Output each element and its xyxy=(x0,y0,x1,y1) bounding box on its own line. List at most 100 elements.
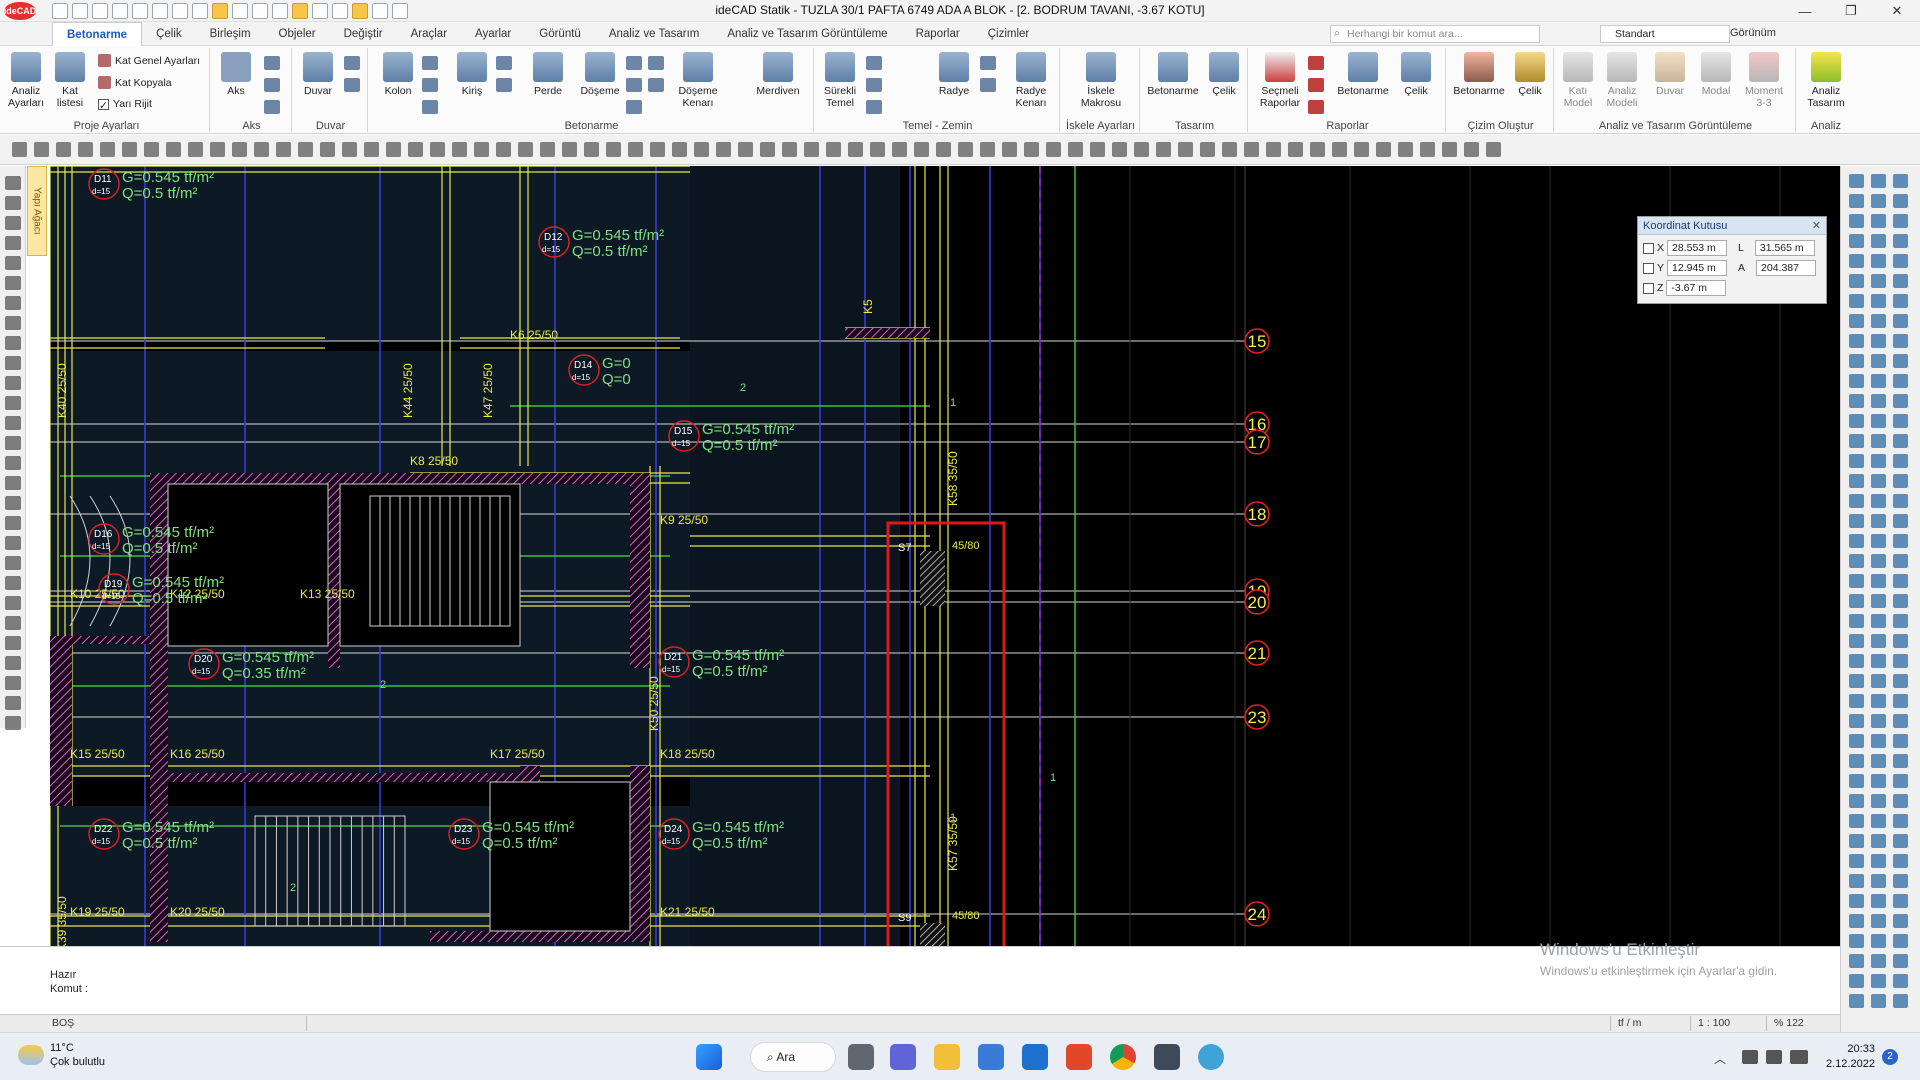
drawing-tool-icon[interactable] xyxy=(1420,142,1435,157)
right-tool-icon[interactable] xyxy=(1893,814,1908,828)
right-tool-icon[interactable] xyxy=(1871,554,1886,568)
drawing-tool-icon[interactable] xyxy=(342,142,357,157)
drawing-tool-icon[interactable] xyxy=(540,142,555,157)
right-tool-icon[interactable] xyxy=(1893,614,1908,628)
right-tool-icon[interactable] xyxy=(1849,994,1864,1008)
right-tool-icon[interactable] xyxy=(1871,214,1886,228)
drawing-tool-icon[interactable] xyxy=(936,142,951,157)
right-tool-icon[interactable] xyxy=(1849,514,1864,528)
right-tool-icon[interactable] xyxy=(1871,414,1886,428)
snap-icon[interactable] xyxy=(252,2,268,19)
drawing-tool-icon[interactable] xyxy=(914,142,929,157)
right-tool-icon[interactable] xyxy=(1871,814,1886,828)
tab-analiz-tasarim-goruntuleme[interactable]: Analiz ve Tasarım Görüntüleme xyxy=(713,22,901,46)
drawing-tool-icon[interactable] xyxy=(958,142,973,157)
z-lock-checkbox[interactable] xyxy=(1643,282,1654,294)
right-tool-icon[interactable] xyxy=(1871,954,1886,968)
drawing-tool-icon[interactable] xyxy=(804,142,819,157)
left-tool-icon[interactable] xyxy=(5,476,21,490)
right-tool-icon[interactable] xyxy=(1871,434,1886,448)
slab-tool-4-icon[interactable] xyxy=(648,56,664,70)
right-tool-icon[interactable] xyxy=(1849,714,1864,728)
drawing-tool-icon[interactable] xyxy=(78,142,93,157)
right-tool-icon[interactable] xyxy=(1893,454,1908,468)
y-value-field[interactable]: 12.945 m xyxy=(1667,260,1728,276)
cad-drawing[interactable]: K6 25/50K8 25/50K9 25/50K10 25/50 K12 25/… xyxy=(50,166,1840,946)
drawing-tool-icon[interactable] xyxy=(782,142,797,157)
mirror-icon[interactable] xyxy=(332,2,348,19)
radye-kenari-button[interactable]: Radye Kenarı xyxy=(1006,52,1056,109)
wifi-icon[interactable] xyxy=(1742,1050,1758,1064)
drawing-tool-icon[interactable] xyxy=(298,142,313,157)
right-tool-icon[interactable] xyxy=(1893,354,1908,368)
left-tool-icon[interactable] xyxy=(5,716,21,730)
right-tool-icon[interactable] xyxy=(1849,734,1864,748)
drawing-tool-icon[interactable] xyxy=(870,142,885,157)
cizim-betonarme-button[interactable]: Betonarme xyxy=(1450,52,1508,97)
iskele-makrosu-button[interactable]: İskele Makrosu xyxy=(1078,52,1124,109)
drawing-canvas[interactable]: K6 25/50 K8 25/50 K9 25/50 K10 25/50 K12 25/… xyxy=(50,166,1840,946)
right-tool-icon[interactable] xyxy=(1849,654,1864,668)
chrome-icon[interactable] xyxy=(1110,1044,1136,1070)
status-unit[interactable]: tf / m xyxy=(1618,1017,1641,1029)
tab-birlesim[interactable]: Birleşim xyxy=(196,22,265,46)
home-icon[interactable] xyxy=(52,2,68,19)
drawing-tool-icon[interactable] xyxy=(452,142,467,157)
left-tool-icon[interactable] xyxy=(5,216,21,230)
drawing-tool-icon[interactable] xyxy=(1266,142,1281,157)
kat-listesi-button[interactable]: Kat listesi xyxy=(50,52,90,109)
wall-opening-icon[interactable] xyxy=(344,78,360,92)
left-tool-icon[interactable] xyxy=(5,436,21,450)
tab-raporlar[interactable]: Raporlar xyxy=(902,22,974,46)
right-tool-icon[interactable] xyxy=(1893,854,1908,868)
left-tool-icon[interactable] xyxy=(5,376,21,390)
drawing-tool-icon[interactable] xyxy=(606,142,621,157)
right-tool-icon[interactable] xyxy=(1893,434,1908,448)
tasarim-celik-button[interactable]: Çelik xyxy=(1204,52,1244,97)
right-tool-icon[interactable] xyxy=(1893,654,1908,668)
left-tool-icon[interactable] xyxy=(5,396,21,410)
right-tool-icon[interactable] xyxy=(1849,934,1864,948)
column-tool-1-icon[interactable] xyxy=(422,56,438,70)
left-tool-icon[interactable] xyxy=(5,676,21,690)
drawing-tool-icon[interactable] xyxy=(1354,142,1369,157)
drawing-tool-icon[interactable] xyxy=(1002,142,1017,157)
right-tool-icon[interactable] xyxy=(1893,254,1908,268)
right-tool-icon[interactable] xyxy=(1871,874,1886,888)
column-tool-3-icon[interactable] xyxy=(422,100,438,114)
drawing-tool-icon[interactable] xyxy=(1178,142,1193,157)
drawing-tool-icon[interactable] xyxy=(1376,142,1391,157)
a-value-field[interactable]: 204.387 xyxy=(1756,260,1817,276)
report-tool-2-icon[interactable] xyxy=(1308,78,1324,92)
track-icon[interactable] xyxy=(312,2,328,19)
left-tool-icon[interactable] xyxy=(5,636,21,650)
left-tool-icon[interactable] xyxy=(5,576,21,590)
x-lock-checkbox[interactable] xyxy=(1643,242,1654,254)
kat-genel-ayarlari-button[interactable]: Kat Genel Ayarları xyxy=(98,54,200,67)
drawing-tool-icon[interactable] xyxy=(364,142,379,157)
left-tool-icon[interactable] xyxy=(5,316,21,330)
right-tool-icon[interactable] xyxy=(1871,274,1886,288)
right-tool-icon[interactable] xyxy=(1871,754,1886,768)
right-tool-icon[interactable] xyxy=(1871,174,1886,188)
right-tool-icon[interactable] xyxy=(1849,314,1864,328)
right-tool-icon[interactable] xyxy=(1893,374,1908,388)
right-tool-icon[interactable] xyxy=(1871,834,1886,848)
tab-degistir[interactable]: Değiştir xyxy=(330,22,397,46)
axis-rotate-icon[interactable] xyxy=(264,78,280,92)
drawing-tool-icon[interactable] xyxy=(210,142,225,157)
right-tool-icon[interactable] xyxy=(1893,574,1908,588)
drawing-tool-icon[interactable] xyxy=(892,142,907,157)
surekli-temel-button[interactable]: Sürekli Temel xyxy=(820,52,860,109)
right-tool-icon[interactable] xyxy=(1893,974,1908,988)
right-tool-icon[interactable] xyxy=(1871,514,1886,528)
drawing-tool-icon[interactable] xyxy=(1486,142,1501,157)
right-tool-icon[interactable] xyxy=(1893,394,1908,408)
open-file-icon[interactable] xyxy=(92,2,108,19)
right-tool-icon[interactable] xyxy=(1871,654,1886,668)
right-tool-icon[interactable] xyxy=(1849,474,1864,488)
drawing-tool-icon[interactable] xyxy=(1442,142,1457,157)
yari-rijit-checkbox[interactable]: ✓ Yarı Rijit xyxy=(98,98,152,112)
x-value-field[interactable]: 28.553 m xyxy=(1667,240,1728,256)
left-tool-icon[interactable] xyxy=(5,256,21,270)
